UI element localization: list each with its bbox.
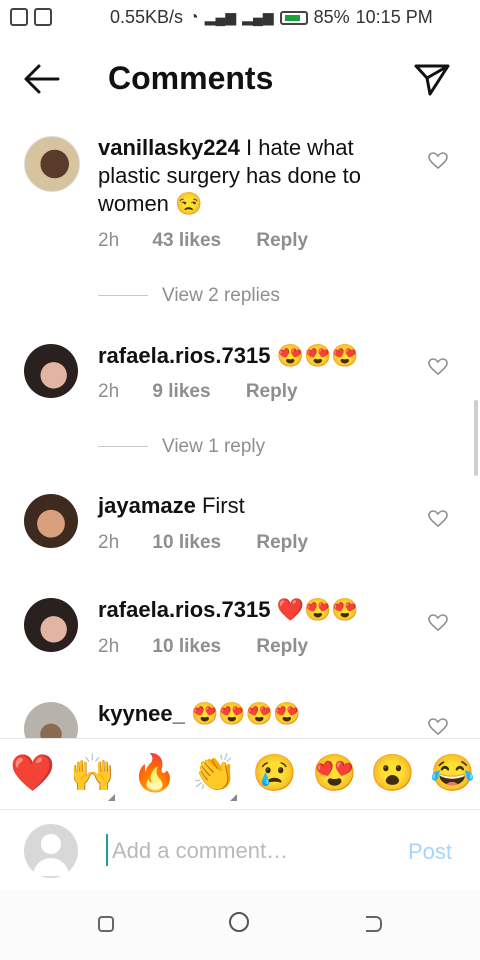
comment-meta: 2h 10 likes Reply — [98, 636, 308, 658]
emoji-bar: ❤️ 🙌 🔥 👏 😢 😍 😮 😂 — [0, 738, 480, 810]
comment-text: rafaela.rios.7315 😍😍😍 — [98, 342, 398, 370]
comment-likes[interactable]: 43 likes — [152, 230, 221, 252]
comment-time: 2h — [98, 230, 120, 251]
text-cursor — [106, 834, 108, 866]
avatar[interactable] — [24, 598, 78, 652]
heart-icon[interactable] — [428, 358, 448, 376]
comment-meta: 2h 43 likes Reply — [98, 230, 308, 252]
battery-percent: 85% — [313, 7, 350, 27]
add-comment-bar: Post — [0, 812, 480, 890]
emoji-heart-eyes-button[interactable]: 😍 — [312, 753, 357, 793]
emoji-crying-button[interactable]: 😢 — [252, 753, 297, 793]
avatar[interactable] — [24, 136, 80, 192]
comment-likes[interactable]: 9 likes — [152, 381, 210, 403]
comment-username[interactable]: vanillasky224 — [98, 135, 240, 160]
signal-icon: ▂▄▆ — [204, 9, 237, 25]
page-title: Comments — [108, 60, 274, 96]
emoji-fire-button[interactable]: 🔥 — [132, 753, 177, 793]
emoji-surprised-button[interactable]: 😮 — [370, 753, 415, 793]
heart-icon[interactable] — [428, 510, 448, 528]
emoji-heart-button[interactable]: ❤️ — [10, 753, 55, 793]
comment-text: vanillasky224 I hate what plastic surger… — [98, 134, 398, 218]
clock: 10:15 PM — [355, 7, 433, 27]
signal-icon-2: ▂▄▆ — [242, 9, 274, 25]
wifi-icon: ◔ — [189, 8, 199, 26]
comment-username[interactable]: jayamaze — [98, 493, 196, 518]
comment-body: First — [201, 493, 245, 518]
status-bar: 0.55KB/s ◔ ▂▄▆ ▂▄▆ 85% 10:15 PM — [0, 0, 480, 36]
replies-divider — [98, 295, 148, 296]
heart-icon[interactable] — [428, 614, 448, 632]
home-icon[interactable] — [229, 912, 249, 932]
send-icon[interactable] — [412, 60, 452, 100]
comment-meta: 2h 9 likes Reply — [98, 381, 298, 403]
emoji-clap-button[interactable]: 👏 — [192, 753, 237, 793]
back-nav-icon[interactable] — [366, 916, 382, 932]
heart-icon[interactable] — [428, 718, 448, 736]
avatar[interactable] — [24, 702, 78, 738]
avatar[interactable] — [24, 344, 78, 398]
comment-username[interactable]: rafaela.rios.7315 — [98, 343, 270, 368]
comment-username[interactable]: rafaela.rios.7315 — [98, 597, 270, 622]
comment-text: jayamaze First — [98, 492, 398, 520]
recent-apps-icon[interactable] — [98, 916, 114, 932]
comment-time: 2h — [98, 636, 120, 657]
comment-text: rafaela.rios.7315 ❤️😍😍 — [98, 596, 398, 624]
reply-button[interactable]: Reply — [256, 636, 308, 658]
comment-text: kyynee_ 😍😍😍😍 — [98, 700, 398, 728]
avatar[interactable] — [24, 494, 78, 548]
status-icons-right: 0.55KB/s ◔ ▂▄▆ ▂▄▆ 85% 10:15 PM — [110, 7, 433, 28]
back-arrow-icon[interactable] — [22, 62, 62, 96]
comment-emoji: ❤️😍😍 — [276, 597, 359, 622]
view-replies-link[interactable]: View 1 reply — [162, 436, 265, 458]
my-avatar — [24, 824, 78, 878]
status-icons-left — [10, 8, 52, 26]
comment-input[interactable] — [110, 832, 384, 870]
comment-username[interactable]: kyynee_ — [98, 701, 185, 726]
heart-icon[interactable] — [428, 152, 448, 170]
comment-emoji: 😍😍😍 — [276, 343, 359, 368]
replies-divider — [98, 446, 148, 447]
emoji-variant-indicator — [108, 794, 115, 801]
post-button[interactable]: Post — [408, 839, 452, 865]
view-replies-link[interactable]: View 2 replies — [162, 285, 280, 307]
comment-emoji: 😒 — [175, 191, 203, 216]
comment-time: 2h — [98, 532, 120, 553]
battery-icon — [279, 10, 308, 25]
network-speed: 0.55KB/s — [110, 7, 184, 27]
scrollbar-thumb[interactable] — [474, 400, 478, 476]
comment-likes[interactable]: 10 likes — [152, 636, 221, 658]
comment-likes[interactable]: 10 likes — [152, 532, 221, 554]
emoji-laughing-button[interactable]: 😂 — [430, 753, 475, 793]
comment-time: 2h — [98, 381, 120, 402]
reply-button[interactable]: Reply — [256, 230, 308, 252]
comment-emoji: 😍😍😍😍 — [190, 701, 301, 726]
reply-button[interactable]: Reply — [246, 381, 298, 403]
emoji-variant-indicator — [230, 794, 237, 801]
cloud-upload-icon — [34, 8, 52, 26]
emoji-raised-hands-button[interactable]: 🙌 — [70, 753, 115, 793]
comment-meta: 2h 10 likes Reply — [98, 532, 308, 554]
header: Comments — [0, 48, 480, 112]
reply-button[interactable]: Reply — [256, 532, 308, 554]
comments-list[interactable]: vanillasky224 I hate what plastic surger… — [0, 120, 480, 738]
screenshot-icon — [10, 8, 28, 26]
